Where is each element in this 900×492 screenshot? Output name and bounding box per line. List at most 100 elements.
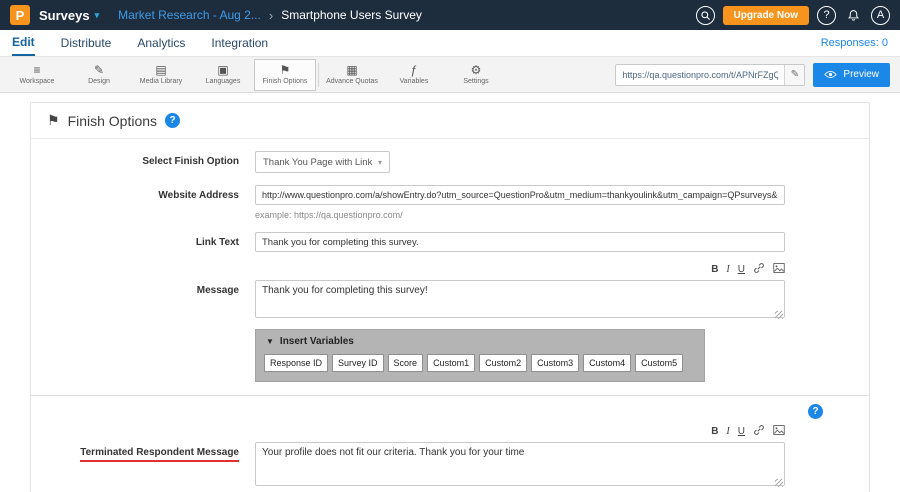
image-button[interactable]	[773, 425, 785, 438]
main-nav: Edit Distribute Analytics Integration Re…	[0, 30, 900, 57]
insert-variables-buttons: Response ID Survey ID Score Custom1 Cust…	[256, 352, 704, 381]
website-address-label: Website Address	[31, 185, 239, 201]
questionpro-logo[interactable]: P	[10, 5, 30, 25]
message-format-toolbar: B I U	[255, 262, 785, 277]
nav-tab-edit[interactable]: Edit	[12, 30, 35, 56]
image-button[interactable]	[773, 263, 785, 276]
notifications-button[interactable]	[844, 6, 863, 25]
nav-tab-distribute[interactable]: Distribute	[61, 30, 112, 56]
survey-url-input[interactable]	[616, 70, 784, 80]
preview-button[interactable]: Preview	[813, 63, 890, 87]
insert-variable-custom1[interactable]: Custom1	[427, 354, 475, 372]
website-example-text: example: https://qa.questionpro.com/	[255, 210, 785, 220]
image-icon	[773, 425, 785, 435]
toolbar-right: ✎ Preview	[615, 63, 894, 87]
tab-design[interactable]: ✎ Design	[68, 57, 130, 93]
finish-option-value: Thank You Page with Link	[263, 157, 372, 168]
link-text-label: Link Text	[31, 232, 239, 248]
pencil-icon: ✎	[791, 69, 799, 80]
resize-handle[interactable]	[775, 311, 783, 319]
terminated-format-toolbar: B I U	[255, 424, 785, 439]
surveys-menu[interactable]: Surveys ▾	[39, 8, 99, 23]
search-icon	[700, 10, 711, 21]
panel-header: ⚑ Finish Options ?	[31, 103, 869, 139]
avatar-letter: A	[877, 9, 884, 21]
avatar[interactable]: A	[871, 6, 890, 25]
search-button[interactable]	[696, 6, 715, 25]
tab-settings[interactable]: ⚙ Settings	[445, 57, 507, 93]
underline-button[interactable]: U	[738, 426, 745, 437]
question-icon: ?	[823, 9, 829, 21]
bell-icon	[847, 9, 860, 22]
help-button[interactable]: ?	[817, 6, 836, 25]
advance-quotas-icon: ▦	[346, 64, 357, 77]
insert-variable-custom3[interactable]: Custom3	[531, 354, 579, 372]
tab-finish-options[interactable]: ⚑ Finish Options	[254, 59, 316, 91]
website-address-row: Website Address example: https://qa.ques…	[31, 185, 869, 220]
insert-variable-custom4[interactable]: Custom4	[583, 354, 631, 372]
message-textarea-wrap: Thank you for completing this survey!	[255, 280, 785, 323]
help-icon-terminated[interactable]: ?	[808, 404, 823, 419]
design-icon: ✎	[94, 64, 104, 77]
responses-count[interactable]: Responses: 0	[821, 37, 888, 49]
bold-button[interactable]: B	[711, 264, 718, 275]
surveys-label: Surveys	[39, 8, 90, 23]
resize-handle[interactable]	[775, 479, 783, 487]
variables-icon: ƒ	[411, 64, 418, 77]
finish-option-row: Select Finish Option Thank You Page with…	[31, 151, 869, 173]
terminated-section: ? B I U Terminated Respondent Message	[31, 396, 869, 492]
breadcrumb: Market Research - Aug 2... › Smartphone …	[118, 8, 422, 23]
website-address-group: example: https://qa.questionpro.com/	[255, 185, 785, 220]
edit-url-button[interactable]: ✎	[784, 65, 804, 85]
insert-variables-header[interactable]: ▼ Insert Variables	[256, 330, 704, 352]
link-text-input[interactable]	[255, 232, 785, 252]
link-icon	[753, 424, 765, 436]
tab-workspace[interactable]: ≡ Workspace	[6, 57, 68, 93]
nav-tab-analytics[interactable]: Analytics	[137, 30, 185, 56]
chevron-right-icon: ›	[269, 8, 273, 23]
italic-button[interactable]: I	[726, 426, 729, 437]
message-row: Message Thank you for completing this su…	[31, 280, 869, 323]
tab-media-library[interactable]: ▤ Media Library	[130, 57, 192, 93]
finish-option-label: Select Finish Option	[31, 151, 239, 167]
insert-variable-custom2[interactable]: Custom2	[479, 354, 527, 372]
tab-advance-quotas[interactable]: ▦ Advance Quotas	[321, 57, 383, 93]
languages-icon: ▣	[217, 64, 228, 77]
caret-down-icon: ▾	[95, 10, 100, 21]
survey-url-box: ✎	[615, 64, 805, 86]
image-icon	[773, 263, 785, 273]
terminated-message-label: Terminated Respondent Message	[31, 442, 239, 462]
flag-icon: ⚑	[47, 112, 60, 129]
tab-languages[interactable]: ▣ Languages	[192, 57, 254, 93]
bold-button[interactable]: B	[711, 426, 718, 437]
link-button[interactable]	[753, 262, 765, 277]
link-icon	[753, 262, 765, 274]
italic-button[interactable]: I	[726, 264, 729, 275]
message-label: Message	[31, 280, 239, 296]
topbar-actions: Upgrade Now ? A	[696, 6, 890, 25]
terminated-textarea-wrap: Your profile does not fit our criteria. …	[255, 442, 785, 491]
finish-option-select[interactable]: Thank You Page with Link ▾	[255, 151, 390, 173]
page-title: Finish Options	[68, 113, 157, 129]
breadcrumb-folder[interactable]: Market Research - Aug 2...	[118, 8, 261, 22]
finish-options-panel: ⚑ Finish Options ? Select Finish Option …	[30, 102, 870, 492]
link-text-row: Link Text	[31, 232, 869, 252]
website-address-input[interactable]	[255, 185, 785, 205]
eye-icon	[824, 70, 837, 79]
help-icon[interactable]: ?	[165, 113, 180, 128]
insert-variable-custom5[interactable]: Custom5	[635, 354, 683, 372]
triangle-down-icon: ▼	[266, 337, 274, 346]
toolbar-separator	[318, 63, 319, 87]
edit-toolbar: ≡ Workspace ✎ Design ▤ Media Library ▣ L…	[0, 57, 900, 93]
link-button[interactable]	[753, 424, 765, 439]
tab-variables[interactable]: ƒ Variables	[383, 57, 445, 93]
message-textarea[interactable]: Thank you for completing this survey!	[255, 280, 785, 318]
insert-variable-response-id[interactable]: Response ID	[264, 354, 328, 372]
nav-tab-integration[interactable]: Integration	[211, 30, 268, 56]
upgrade-now-button[interactable]: Upgrade Now	[723, 6, 809, 25]
insert-variable-score[interactable]: Score	[388, 354, 424, 372]
insert-variable-survey-id[interactable]: Survey ID	[332, 354, 384, 372]
insert-variables-panel: ▼ Insert Variables Response ID Survey ID…	[255, 329, 705, 382]
terminated-message-textarea[interactable]: Your profile does not fit our criteria. …	[255, 442, 785, 486]
underline-button[interactable]: U	[738, 264, 745, 275]
